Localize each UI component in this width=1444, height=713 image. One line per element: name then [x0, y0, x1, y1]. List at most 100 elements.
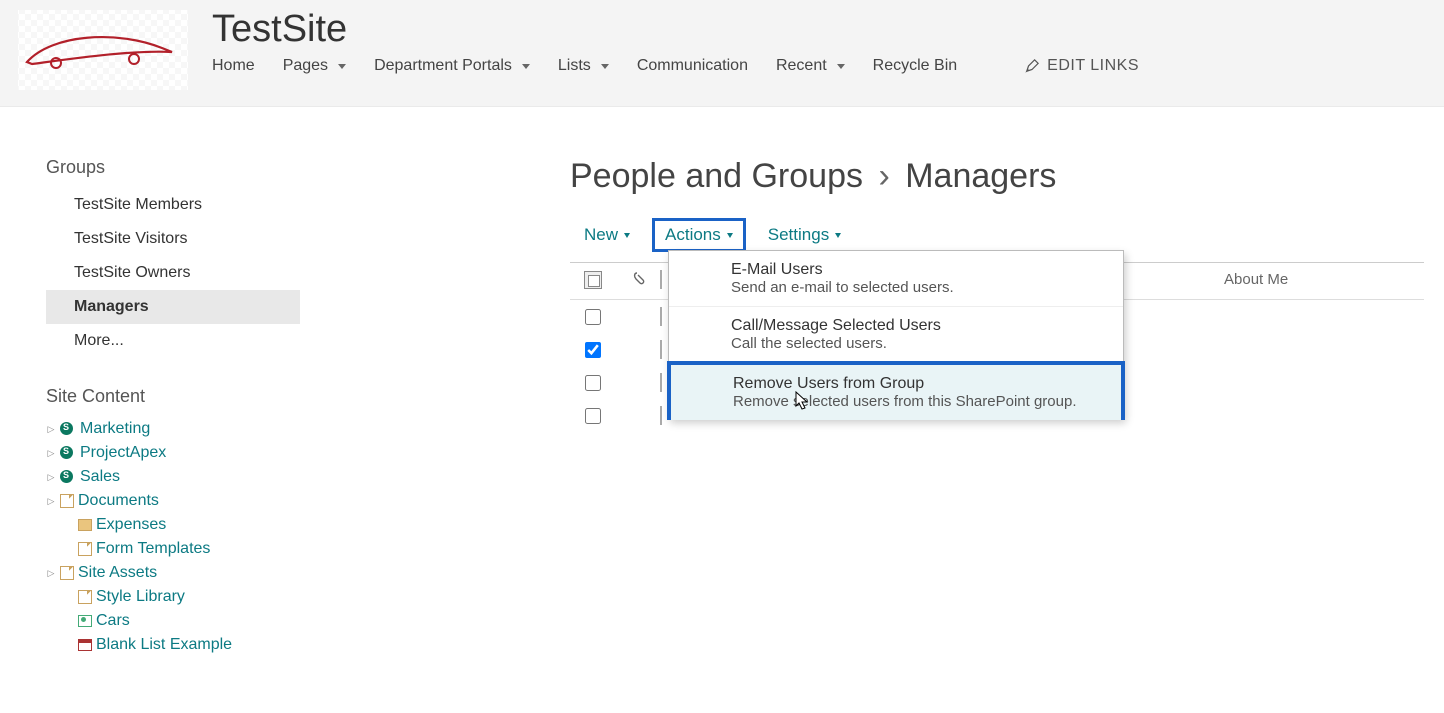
sc-item-projectapex[interactable]: ▷ ProjectApex — [46, 441, 300, 465]
nav-department-portals[interactable]: Department Portals — [374, 57, 530, 75]
sc-item-site-assets[interactable]: ▷ Site Assets — [46, 561, 300, 585]
document-library-icon — [60, 494, 74, 508]
document-library-icon — [60, 566, 74, 580]
photo-column-icon[interactable] — [660, 270, 662, 289]
expand-icon[interactable]: ▷ — [46, 568, 56, 579]
group-item-managers[interactable]: Managers — [46, 290, 300, 324]
nav-lists[interactable]: Lists — [558, 57, 609, 75]
group-item-members[interactable]: TestSite Members — [46, 188, 300, 222]
dropdown-item-desc: Remove selected users from this SharePoi… — [733, 393, 1105, 410]
expand-icon[interactable]: ▷ — [46, 424, 56, 435]
expand-icon[interactable]: ▷ — [46, 496, 56, 507]
group-item-more[interactable]: More... — [46, 324, 300, 358]
nav-label: Recycle Bin — [873, 57, 957, 75]
breadcrumb-root[interactable]: People and Groups — [570, 157, 863, 195]
nav-communication[interactable]: Communication — [637, 57, 748, 75]
dropdown-item-desc: Call the selected users. — [731, 335, 1107, 352]
row-checkbox[interactable] — [585, 375, 601, 391]
expand-icon[interactable]: ▷ — [46, 472, 56, 483]
chevron-down-icon — [624, 233, 630, 238]
sc-label: Documents — [78, 492, 159, 510]
dropdown-item-desc: Send an e-mail to selected users. — [731, 279, 1107, 296]
sc-item-documents[interactable]: ▷ Documents — [46, 489, 300, 513]
column-about-me[interactable]: About Me — [1224, 271, 1424, 291]
nav-label: Lists — [558, 57, 591, 75]
page-title: People and Groups › Managers — [570, 157, 1424, 196]
sc-item-expenses[interactable]: Expenses — [46, 513, 300, 537]
sc-item-blank-list[interactable]: Blank List Example — [46, 633, 300, 657]
chevron-down-icon — [338, 64, 346, 69]
list-icon — [78, 639, 92, 651]
site-header: TestSite Home Pages Department Portals L… — [0, 0, 1444, 107]
document-library-icon — [78, 590, 92, 604]
dropdown-item-title: Remove Users from Group — [733, 375, 1105, 393]
user-photo-placeholder — [660, 373, 662, 392]
sharepoint-site-icon — [60, 422, 76, 436]
sc-label: Site Assets — [78, 564, 157, 582]
row-checkbox[interactable] — [585, 408, 601, 424]
nav-label: Communication — [637, 57, 748, 75]
sc-item-style-library[interactable]: Style Library — [46, 585, 300, 609]
folder-icon — [78, 519, 92, 531]
group-item-visitors[interactable]: TestSite Visitors — [46, 222, 300, 256]
sharepoint-site-icon — [60, 470, 76, 484]
select-all-icon[interactable] — [584, 271, 602, 289]
cursor-icon — [793, 391, 813, 413]
sc-item-marketing[interactable]: ▷ Marketing — [46, 417, 300, 441]
toolbar-actions[interactable]: Actions — [652, 218, 746, 252]
breadcrumb-current: Managers — [905, 157, 1056, 195]
chevron-down-icon — [601, 64, 609, 69]
site-logo[interactable] — [18, 10, 188, 90]
sc-label: Sales — [80, 468, 120, 486]
action-email-users[interactable]: E-Mail Users Send an e-mail to selected … — [669, 251, 1123, 307]
sc-label: Marketing — [80, 420, 150, 438]
user-photo-placeholder — [660, 340, 662, 359]
toolbar-label: Settings — [768, 225, 829, 245]
attachment-column-icon[interactable] — [630, 271, 646, 291]
nav-home[interactable]: Home — [212, 57, 255, 75]
dropdown-item-title: E-Mail Users — [731, 261, 1107, 279]
sc-label: Blank List Example — [96, 636, 232, 654]
chevron-down-icon — [522, 64, 530, 69]
sc-label: Style Library — [96, 588, 185, 606]
sc-label: Expenses — [96, 516, 166, 534]
sc-label: ProjectApex — [80, 444, 166, 462]
sc-label: Cars — [96, 612, 130, 630]
site-content-list: ▷ Marketing ▷ ProjectApex ▷ Sales ▷ Document… — [46, 417, 300, 657]
nav-recycle-bin[interactable]: Recycle Bin — [873, 57, 957, 75]
actions-dropdown: E-Mail Users Send an e-mail to selected … — [668, 250, 1124, 419]
nav-pages[interactable]: Pages — [283, 57, 346, 75]
breadcrumb-separator-icon: › — [878, 157, 889, 195]
edit-links-label: EDIT LINKS — [1047, 57, 1139, 75]
nav-label: Department Portals — [374, 57, 512, 75]
sc-item-cars[interactable]: Cars — [46, 609, 300, 633]
sc-item-form-templates[interactable]: Form Templates — [46, 537, 300, 561]
toolbar-settings[interactable]: Settings — [768, 225, 841, 245]
action-remove-users[interactable]: Remove Users from Group Remove selected … — [667, 361, 1125, 420]
nav-label: Home — [212, 57, 255, 75]
sharepoint-site-icon — [60, 446, 76, 460]
dropdown-item-title: Call/Message Selected Users — [731, 317, 1107, 335]
sc-label: Form Templates — [96, 540, 210, 558]
user-photo-placeholder — [660, 406, 662, 425]
row-checkbox[interactable] — [585, 342, 601, 358]
sc-item-sales[interactable]: ▷ Sales — [46, 465, 300, 489]
toolbar-new[interactable]: New — [584, 225, 630, 245]
picture-library-icon — [78, 615, 92, 627]
groups-list: TestSite Members TestSite Visitors TestS… — [46, 188, 300, 358]
nav-recent[interactable]: Recent — [776, 57, 845, 75]
left-sidebar: Groups TestSite Members TestSite Visitor… — [0, 157, 300, 657]
expand-icon[interactable]: ▷ — [46, 448, 56, 459]
edit-links-button[interactable]: EDIT LINKS — [1025, 57, 1139, 75]
user-photo-placeholder — [660, 307, 662, 326]
toolbar-label: New — [584, 225, 618, 245]
chevron-down-icon — [837, 64, 845, 69]
nav-label: Pages — [283, 57, 328, 75]
action-call-users[interactable]: Call/Message Selected Users Call the sel… — [669, 307, 1123, 363]
site-content-heading: Site Content — [46, 386, 300, 407]
group-item-owners[interactable]: TestSite Owners — [46, 256, 300, 290]
document-library-icon — [78, 542, 92, 556]
row-checkbox[interactable] — [585, 309, 601, 325]
chevron-down-icon — [727, 233, 733, 238]
site-title[interactable]: TestSite — [212, 8, 1139, 51]
